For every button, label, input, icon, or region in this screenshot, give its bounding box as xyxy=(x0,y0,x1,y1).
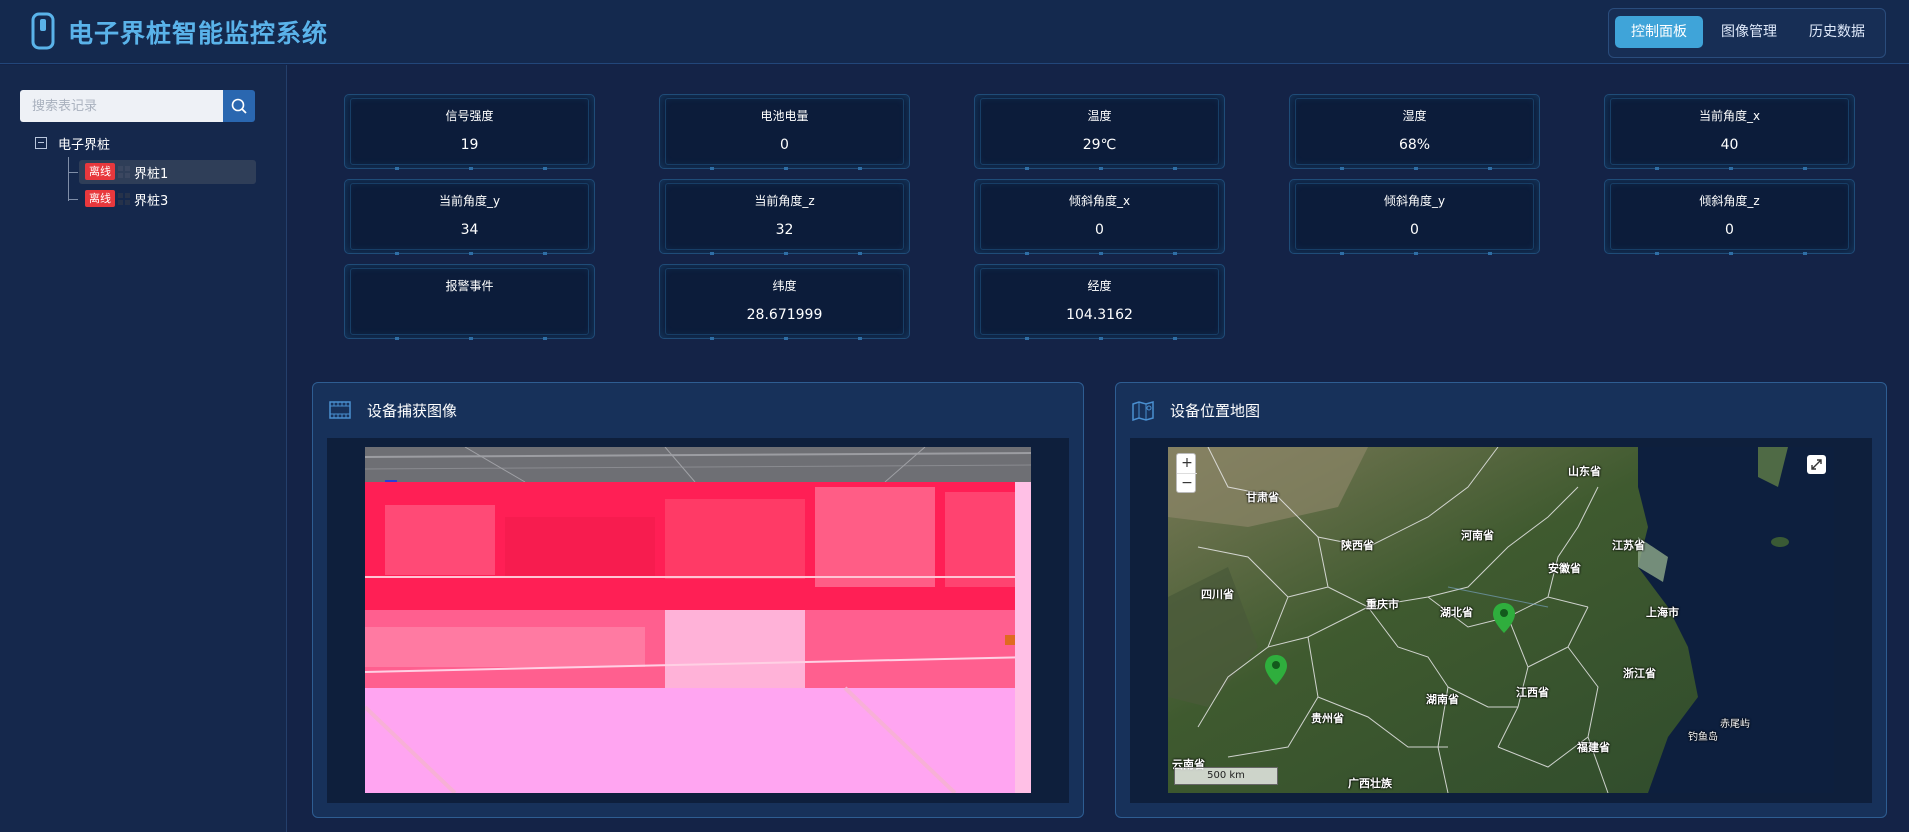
zoom-control: + − xyxy=(1176,453,1197,494)
zoom-out-button[interactable]: − xyxy=(1177,474,1197,494)
metric-label: 当前角度_x xyxy=(1698,109,1761,123)
map-label-jiangsu: 江苏省 xyxy=(1612,539,1645,552)
search-button[interactable] xyxy=(223,90,255,122)
tree-item-label: 界桩1 xyxy=(134,167,169,182)
tree-connector xyxy=(68,199,78,200)
metric-card-alarm: 报警事件 xyxy=(344,264,595,340)
search-input[interactable] xyxy=(20,90,223,122)
tree-connector xyxy=(68,157,69,201)
map-label-guizhou: 贵州省 xyxy=(1311,712,1344,725)
panel-title: 设备位置地图 xyxy=(1170,402,1261,420)
metric-label: 倾斜角度_z xyxy=(1699,194,1760,208)
map-label-sichuan: 四川省 xyxy=(1201,588,1234,601)
sidebar: 电子界桩 离线 界桩1 离线 界桩3 xyxy=(0,65,287,832)
tree-connector xyxy=(68,172,78,173)
map-label-zhejiang: 浙江省 xyxy=(1623,667,1656,680)
metric-label: 信号强度 xyxy=(445,109,494,123)
tree-item-stake3[interactable]: 离线 界桩3 xyxy=(79,187,256,211)
metric-card-latitude: 纬度 28.671999 xyxy=(659,264,910,340)
metric-value: 34 xyxy=(460,222,479,238)
map-label-hubei: 湖北省 xyxy=(1440,606,1473,619)
status-badge: 离线 xyxy=(85,190,115,207)
map-icon xyxy=(1132,401,1154,421)
metric-value: 28.671999 xyxy=(746,307,823,323)
metric-value: 68% xyxy=(1398,137,1431,153)
map-label-hunan: 湖南省 xyxy=(1426,693,1459,706)
metric-card-angle-x: 当前角度_x 40 xyxy=(1604,94,1855,170)
captured-image-graphic xyxy=(365,447,1031,793)
metric-label: 温度 xyxy=(1087,109,1112,123)
metric-card-tilt-x: 倾斜角度_x 0 xyxy=(974,179,1225,255)
main-nav: 控制面板 图像管理 历史数据 xyxy=(1608,8,1886,58)
metric-card-humidity: 湿度 68% xyxy=(1289,94,1540,170)
metric-label: 电池电量 xyxy=(760,109,809,123)
search-icon xyxy=(231,98,247,114)
metric-value: 29℃ xyxy=(1082,137,1117,153)
metric-value: 0 xyxy=(1410,222,1419,238)
device-icon xyxy=(118,193,130,205)
metric-card-angle-y: 当前角度_y 34 xyxy=(344,179,595,255)
expand-icon xyxy=(1811,459,1822,470)
metric-card-temperature: 温度 29℃ xyxy=(974,94,1225,170)
tree-item-label: 界桩3 xyxy=(134,194,169,209)
map-label-jiangxi: 江西省 xyxy=(1516,686,1549,699)
metric-card-angle-z: 当前角度_z 32 xyxy=(659,179,910,255)
app-header: 电子界桩智能监控系统 控制面板 图像管理 历史数据 xyxy=(0,0,1909,64)
metric-label: 当前角度_y xyxy=(438,194,501,208)
map-label-chongqing: 重庆市 xyxy=(1366,598,1399,611)
map-label-guangxi: 广西壮族 xyxy=(1348,777,1392,790)
metric-card-tilt-z: 倾斜角度_z 0 xyxy=(1604,179,1855,255)
metric-card-signal: 信号强度 19 xyxy=(344,94,595,170)
map-label-diaoyudao: 钓鱼岛 xyxy=(1688,732,1718,743)
metric-card-tilt-y: 倾斜角度_y 0 xyxy=(1289,179,1540,255)
device-location-marker[interactable] xyxy=(1492,602,1516,634)
map-scale-bar: 500 km xyxy=(1174,767,1278,785)
metric-label: 湿度 xyxy=(1402,109,1427,123)
metric-card-longitude: 经度 104.3162 xyxy=(974,264,1225,340)
tree-root[interactable]: 电子界桩 xyxy=(35,133,255,153)
collapse-icon[interactable] xyxy=(35,137,47,149)
metric-card-battery: 电池电量 0 xyxy=(659,94,910,170)
metric-value: 0 xyxy=(1095,222,1104,238)
metric-value: 0 xyxy=(780,137,789,153)
fullscreen-button[interactable] xyxy=(1807,455,1826,474)
nav-control-panel[interactable]: 控制面板 xyxy=(1615,16,1703,48)
map-label-fujian: 福建省 xyxy=(1577,741,1610,754)
map-label-anhui: 安徽省 xyxy=(1548,562,1581,575)
metric-label: 当前角度_z xyxy=(754,194,815,208)
metric-label: 经度 xyxy=(1087,279,1112,293)
metric-value: 0 xyxy=(1725,222,1734,238)
panel-title: 设备捕获图像 xyxy=(367,402,458,420)
device-location-marker[interactable] xyxy=(1264,654,1288,686)
map-label-shanghai: 上海市 xyxy=(1646,606,1679,619)
tree-item-stake1[interactable]: 离线 界桩1 xyxy=(79,160,256,184)
metric-value: 104.3162 xyxy=(1066,307,1133,323)
tree-root-label: 电子界桩 xyxy=(58,138,111,153)
metric-label: 纬度 xyxy=(772,279,797,293)
status-badge: 离线 xyxy=(85,163,115,180)
boundary-stake-logo-icon xyxy=(31,12,55,50)
metric-value: 40 xyxy=(1720,137,1739,153)
map-label-shaanxi: 陕西省 xyxy=(1341,539,1374,552)
scale-text: 500 km xyxy=(1207,770,1245,781)
film-icon xyxy=(329,401,351,419)
map-label-henan: 河南省 xyxy=(1461,529,1494,542)
nav-image-management[interactable]: 图像管理 xyxy=(1707,16,1791,48)
metric-label: 报警事件 xyxy=(445,279,494,293)
nav-history-data[interactable]: 历史数据 xyxy=(1795,16,1879,48)
app-title: 电子界桩智能监控系统 xyxy=(68,19,329,48)
metric-label: 倾斜角度_y xyxy=(1383,194,1446,208)
device-location-map[interactable]: 山东省 甘肃省 河南省 陕西省 江苏省 安徽省 四川省 重庆市 湖北省 上海市 … xyxy=(1168,447,1834,793)
map-label-shandong: 山东省 xyxy=(1568,465,1601,478)
metric-value: 19 xyxy=(460,137,479,153)
map-label-chiweiyu: 赤尾屿 xyxy=(1720,719,1750,730)
map-label-gansu: 甘肃省 xyxy=(1246,491,1279,504)
device-icon xyxy=(118,166,130,178)
metric-value: 32 xyxy=(775,222,794,238)
captured-image xyxy=(365,447,1031,793)
zoom-in-button[interactable]: + xyxy=(1177,454,1197,474)
metric-label: 倾斜角度_x xyxy=(1068,194,1131,208)
